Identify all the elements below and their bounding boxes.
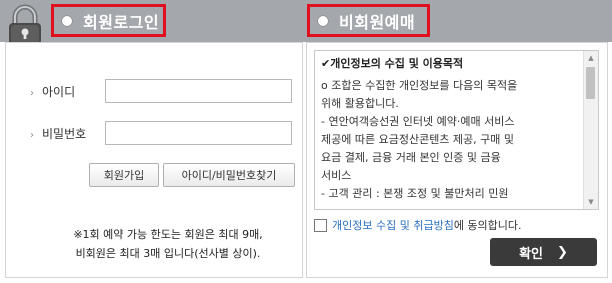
privacy-agree-checkbox[interactable] [314,218,327,232]
find-id-password-button[interactable]: 아이디/비밀번호찾기 [163,163,295,187]
privacy-policy-link[interactable]: 개인정보 수집 및 취급방침 [332,217,454,233]
scroll-thumb[interactable] [586,67,595,99]
password-input[interactable] [105,121,292,145]
privacy-line: 위해 활용합니다. [321,97,399,110]
member-login-radio[interactable] [61,14,73,27]
privacy-panel: ✔개인정보의 수집 및 이용목적 o 조합은 수집한 개인정보를 다음의 목적을… [306,42,608,278]
privacy-line: - 연안여객승선권 인터넷 예약·예매 서비스 [321,115,515,128]
privacy-scrollbar[interactable]: ▲ ▼ [583,51,598,209]
notice-line-1: ※1회 예약 가능 한도는 회원은 최대 9매, [73,228,263,241]
scroll-down-arrow-icon[interactable]: ▼ [584,195,598,209]
member-login-panel: › 아이디 › 비밀번호 회원가입 아이디/비밀번호찾기 ※1회 예약 가능 한도는… [5,42,303,278]
bullet-icon: › [30,130,34,141]
tab-member-login-label: 회원로그인 [83,12,160,32]
tab-member-login[interactable]: 회원로그인 [51,4,166,37]
privacy-line: 서비스 [321,169,352,182]
confirm-button[interactable]: 확인 ❯ [490,238,597,266]
tab-bar: 회원로그인 비회원예매 [0,0,612,45]
signup-button[interactable]: 회원가입 [89,163,159,187]
privacy-line: 요금 결제, 금융 거래 본인 인증 및 금융 [321,151,501,164]
chevron-right-icon: ❯ [557,244,568,260]
scroll-up-arrow-icon[interactable]: ▲ [584,51,598,65]
tab-guest-booking[interactable]: 비회원예매 [307,4,430,37]
id-label: › 아이디 [30,85,76,99]
privacy-agree-text: 에 동의합니다. [453,219,522,232]
privacy-policy-box[interactable]: ✔개인정보의 수집 및 이용목적 o 조합은 수집한 개인정보를 다음의 목적을… [314,50,599,210]
notice-line-2: 비회원은 최대 3매 입니다(선사별 상이). [75,247,261,260]
password-label: › 비밀번호 [30,127,87,141]
privacy-agree-row: 개인정보 수집 및 취급방침 에 동의합니다. [314,217,522,233]
guest-booking-radio[interactable] [317,14,329,27]
privacy-line: o 조합은 수집한 개인정보를 다음의 목적을 [321,79,518,92]
privacy-line: 제공에 따른 요금정산콘텐츠 제공, 구매 및 [321,133,515,146]
privacy-title: ✔개인정보의 수집 및 이용목적 [321,57,464,70]
bullet-icon: › [30,88,34,99]
tab-guest-booking-label: 비회원예매 [339,12,416,32]
privacy-line: - 고객 관리 : 본쟁 조정 및 불만처리 민원 [321,187,509,200]
booking-limit-notice: ※1회 예약 가능 한도는 회원은 최대 9매, 비회원은 최대 3매 입니다(… [43,225,293,263]
id-input[interactable] [105,79,292,103]
padlock-icon [3,3,47,47]
confirm-button-label: 확인 [519,246,543,262]
privacy-policy-text: ✔개인정보의 수집 및 이용목적 o 조합은 수집한 개인정보를 다음의 목적을… [321,55,579,203]
